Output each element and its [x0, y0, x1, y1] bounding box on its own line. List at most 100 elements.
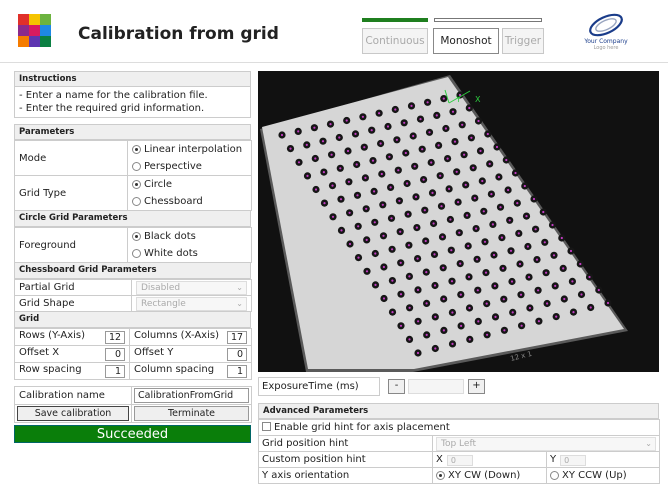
- y-axis-ccw-radio[interactable]: XY CCW (Up): [550, 468, 656, 483]
- detected-center-marker: [410, 104, 413, 107]
- detected-center-marker: [468, 338, 471, 341]
- foreground-white-radio[interactable]: White dots: [132, 245, 247, 262]
- detected-center-marker: [501, 267, 505, 270]
- trigger-button[interactable]: Trigger: [502, 28, 544, 54]
- axis-label-y: Y: [455, 95, 461, 104]
- row-spacing-label: Row spacing: [19, 364, 82, 375]
- detected-center-marker: [477, 320, 480, 323]
- detected-center-marker: [391, 311, 394, 314]
- partial-grid-select[interactable]: Disabled ⌄: [136, 280, 247, 295]
- detected-center-marker: [339, 167, 342, 170]
- radio-label: Perspective: [144, 161, 202, 172]
- camera-image-view[interactable]: 12 x 1 Y X: [258, 71, 659, 372]
- partial-grid-label: Partial Grid: [14, 279, 132, 296]
- mode-linear-radio[interactable]: Linear interpolation: [132, 141, 247, 158]
- radio-label: Circle: [144, 179, 173, 190]
- instructions-text: - Enter a name for the calibration file.…: [14, 87, 251, 118]
- detected-center-marker: [486, 333, 489, 336]
- detected-center-marker: [424, 239, 427, 243]
- grid-shape-label: Grid Shape: [14, 295, 132, 312]
- grid-position-label: Grid position hint: [258, 435, 433, 452]
- detected-center-marker: [399, 230, 402, 233]
- save-calibration-button[interactable]: Save calibration: [17, 406, 129, 421]
- radio-icon: [132, 197, 141, 206]
- detected-center-marker: [361, 115, 364, 118]
- detected-center-marker: [395, 138, 398, 141]
- y-axis-orientation-label: Y axis orientation: [258, 467, 433, 484]
- detected-center-marker: [408, 306, 411, 309]
- detected-center-marker: [390, 217, 393, 220]
- monoshot-button[interactable]: Monoshot: [433, 28, 499, 54]
- grid-type-label: Grid Type: [14, 175, 128, 211]
- foreground-options: Black dots White dots: [127, 227, 252, 263]
- detected-center-marker: [382, 234, 385, 237]
- detected-center-marker: [406, 182, 409, 185]
- exposure-increase-button[interactable]: +: [468, 379, 485, 394]
- grid-table: Rows (Y-Axis) 12 Columns (X-Axis) 17 Offse…: [14, 328, 252, 380]
- calibration-name-input[interactable]: CalibrationFromGrid: [134, 388, 249, 403]
- detected-center-marker: [459, 293, 462, 296]
- detected-center-marker: [463, 153, 466, 156]
- rows-input[interactable]: 12: [105, 331, 125, 344]
- enable-hint-cell: Enable grid hint for axis placement: [258, 419, 660, 436]
- detected-center-marker: [412, 134, 415, 138]
- custom-y-cell: Y0: [546, 451, 660, 468]
- detected-center-marker: [494, 315, 497, 318]
- detected-center-marker: [509, 249, 513, 252]
- detected-center-marker: [543, 241, 546, 244]
- detected-center-marker: [313, 126, 316, 129]
- y-axis-cw-radio[interactable]: XY CW (Down): [436, 468, 543, 483]
- detected-center-marker: [345, 119, 348, 122]
- detected-center-marker: [314, 157, 317, 160]
- detected-center-marker: [399, 261, 402, 264]
- grid-type-circle-radio[interactable]: Circle: [132, 176, 247, 193]
- radio-label: XY CCW (Up): [562, 470, 627, 481]
- custom-x-input[interactable]: 0: [446, 454, 473, 466]
- terminate-cell: Terminate: [131, 404, 252, 423]
- detected-center-marker: [502, 298, 505, 301]
- offset-y-input[interactable]: 0: [227, 348, 247, 361]
- detected-center-marker: [526, 245, 529, 248]
- columns-input[interactable]: 17: [227, 331, 247, 344]
- radio-icon: [132, 249, 141, 258]
- axis-label-x: X: [475, 95, 481, 104]
- detected-center-marker: [280, 133, 284, 137]
- terminate-button[interactable]: Terminate: [134, 406, 249, 421]
- exposure-input[interactable]: [408, 379, 464, 394]
- grid-position-select[interactable]: Top Left ⌄: [436, 436, 656, 451]
- detected-center-marker: [430, 161, 433, 164]
- detected-center-marker: [569, 249, 573, 253]
- detected-center-marker: [485, 302, 488, 305]
- rows-cell: Rows (Y-Axis) 12: [14, 328, 130, 346]
- custom-x-cell: X0: [432, 451, 547, 468]
- foreground-black-radio[interactable]: Black dots: [132, 228, 247, 245]
- detected-center-marker: [331, 184, 334, 187]
- save-cell: Save calibration: [14, 404, 132, 423]
- detected-center-marker: [440, 205, 443, 208]
- detected-center-marker: [416, 351, 420, 355]
- detected-center-marker: [434, 347, 437, 350]
- offset-x-input[interactable]: 0: [105, 348, 125, 361]
- calibration-grid-image: 12 x 1 Y X: [260, 75, 628, 372]
- detected-center-marker: [453, 140, 457, 143]
- column-spacing-input[interactable]: 1: [227, 365, 247, 378]
- detected-center-marker: [476, 258, 479, 261]
- detected-center-marker: [389, 186, 392, 189]
- continuous-button[interactable]: Continuous: [362, 28, 428, 54]
- radio-label: XY CW (Down): [448, 470, 521, 481]
- detected-center-marker: [532, 197, 536, 201]
- select-value: Disabled: [141, 282, 181, 293]
- row-spacing-input[interactable]: 1: [105, 365, 125, 378]
- enable-hint-checkbox[interactable]: [262, 422, 271, 431]
- detected-center-marker: [417, 320, 420, 323]
- mode-perspective-radio[interactable]: Perspective: [132, 158, 247, 175]
- advanced-table: Enable grid hint for axis placement Grid…: [258, 419, 660, 484]
- grid-header: Grid: [14, 312, 251, 328]
- detected-center-marker: [459, 262, 462, 265]
- custom-y-input[interactable]: 0: [560, 454, 587, 466]
- grid-shape-select[interactable]: Rectangle ⌄: [136, 296, 247, 311]
- grid-type-chessboard-radio[interactable]: Chessboard: [132, 193, 247, 210]
- exposure-decrease-button[interactable]: -: [388, 379, 405, 394]
- instruction-line: - Enter a name for the calibration file.: [19, 90, 208, 101]
- detected-center-marker: [432, 222, 435, 225]
